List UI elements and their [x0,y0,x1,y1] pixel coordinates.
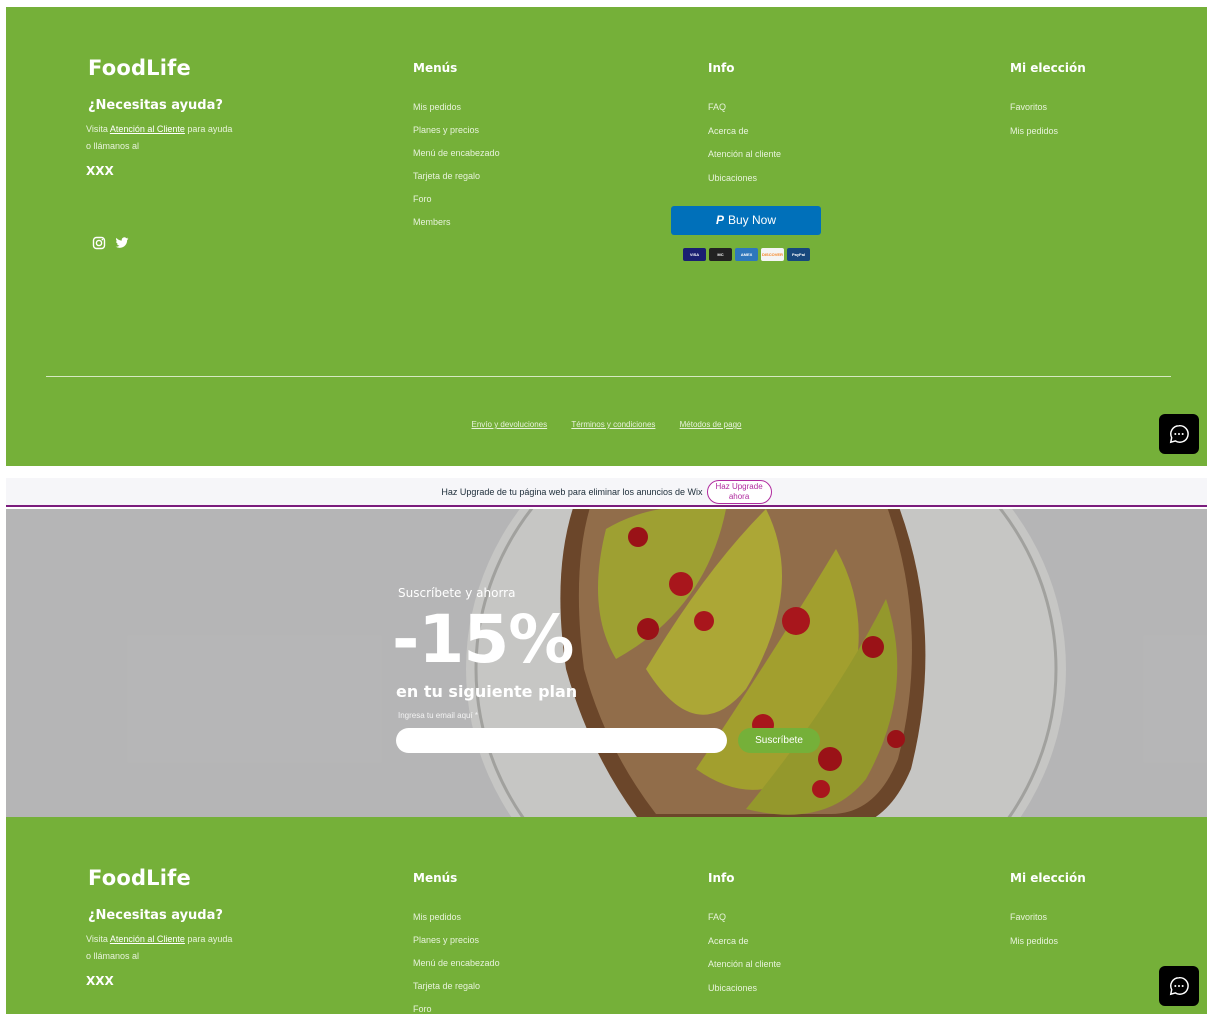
info-heading: Info [708,61,735,75]
chat-button[interactable] [1159,414,1199,454]
customer-service-link[interactable]: Atención al Cliente [110,934,185,944]
info-link-locations[interactable]: Ubicaciones [708,983,757,993]
menu-link-gift-card[interactable]: Tarjeta de regalo [413,981,480,991]
email-label: Ingresa tu email aquí * [398,711,479,720]
customer-service-link[interactable]: Atención al Cliente [110,124,185,134]
visa-icon: VISA [683,248,706,261]
terms-link[interactable]: Términos y condiciones [571,420,655,429]
choice-heading: Mi elección [1010,871,1086,885]
upgrade-text: Haz Upgrade de tu página web para elimin… [441,486,703,497]
chat-button[interactable] [1159,966,1199,1006]
info-heading: Info [708,871,735,885]
shipping-link[interactable]: Envío y devoluciones [472,420,548,429]
legal-links: Envío y devoluciones Términos y condicio… [6,420,1207,429]
discover-icon: DISCOVER [761,248,784,261]
paypal-icon: P [715,213,724,227]
twitter-icon[interactable] [115,236,129,250]
info-link-faq[interactable]: FAQ [708,912,726,922]
payment-methods-link[interactable]: Métodos de pago [680,420,742,429]
choice-link-favorites[interactable]: Favoritos [1010,912,1047,922]
info-link-about[interactable]: Acerca de [708,126,749,136]
brand-logo[interactable]: FoodLife [88,56,191,80]
help-title: ¿Necesitas ayuda? [88,98,223,113]
wix-upgrade-banner: Haz Upgrade de tu página web para elimin… [6,478,1207,507]
menus-heading: Menús [413,61,458,75]
mastercard-icon: MC [709,248,732,261]
buy-now-label: Buy Now [727,213,777,227]
choice-heading: Mi elección [1010,61,1086,75]
email-input[interactable] [396,728,727,753]
menu-link-gift-card[interactable]: Tarjeta de regalo [413,171,480,181]
menus-heading: Menús [413,871,458,885]
help-text: Visita Atención al Cliente para ayuda [86,934,233,944]
info-link-support[interactable]: Atención al cliente [708,959,781,969]
menu-link-plans[interactable]: Planes y precios [413,125,479,135]
footer-repeat: FoodLife ¿Necesitas ayuda? Visita Atenci… [6,817,1207,1014]
info-link-about[interactable]: Acerca de [708,936,749,946]
choice-link-orders[interactable]: Mis pedidos [1010,936,1058,946]
hero-plan-text: en tu siguiente plan [396,682,578,701]
chat-icon [1169,425,1189,444]
footer-divider [46,376,1171,377]
menu-link-header-menu[interactable]: Menú de encabezado [413,958,500,968]
info-link-support[interactable]: Atención al cliente [708,149,781,159]
help-text-2: o llámanos al [86,141,140,151]
buy-now-button[interactable]: P Buy Now [671,206,821,235]
upgrade-button[interactable]: Haz Upgrade ahora [706,479,772,504]
chat-icon [1169,977,1189,996]
footer: FoodLife ¿Necesitas ayuda? Visita Atenci… [6,7,1207,466]
phone-number: XXX [86,164,114,178]
social-links [92,236,129,250]
menu-link-header-menu[interactable]: Menú de encabezado [413,148,500,158]
hero-subtitle: Suscríbete y ahorra [398,586,516,600]
menu-link-members[interactable]: Members [413,217,451,227]
subscribe-button[interactable]: Suscríbete [738,728,820,753]
amex-icon: AMEX [735,248,758,261]
help-title: ¿Necesitas ayuda? [88,908,223,923]
hero-discount: -15% [392,601,574,678]
hero-overlay [6,509,1207,817]
help-text-2: o llámanos al [86,951,140,961]
help-text: Visita Atención al Cliente para ayuda [86,124,233,134]
menu-link-forum[interactable]: Foro [413,1004,432,1014]
menu-link-plans[interactable]: Planes y precios [413,935,479,945]
info-link-locations[interactable]: Ubicaciones [708,173,757,183]
payment-cards: VISA MC AMEX DISCOVER PayPal [683,248,810,261]
menu-link-orders[interactable]: Mis pedidos [413,102,461,112]
subscribe-section: Suscríbete y ahorra -15% en tu siguiente… [6,509,1207,817]
instagram-icon[interactable] [92,236,106,250]
menu-link-orders[interactable]: Mis pedidos [413,912,461,922]
choice-link-orders[interactable]: Mis pedidos [1010,126,1058,136]
choice-link-favorites[interactable]: Favoritos [1010,102,1047,112]
phone-number: XXX [86,974,114,988]
menu-link-forum[interactable]: Foro [413,194,432,204]
brand-logo[interactable]: FoodLife [88,866,191,890]
paypal-card-icon: PayPal [787,248,810,261]
info-link-faq[interactable]: FAQ [708,102,726,112]
